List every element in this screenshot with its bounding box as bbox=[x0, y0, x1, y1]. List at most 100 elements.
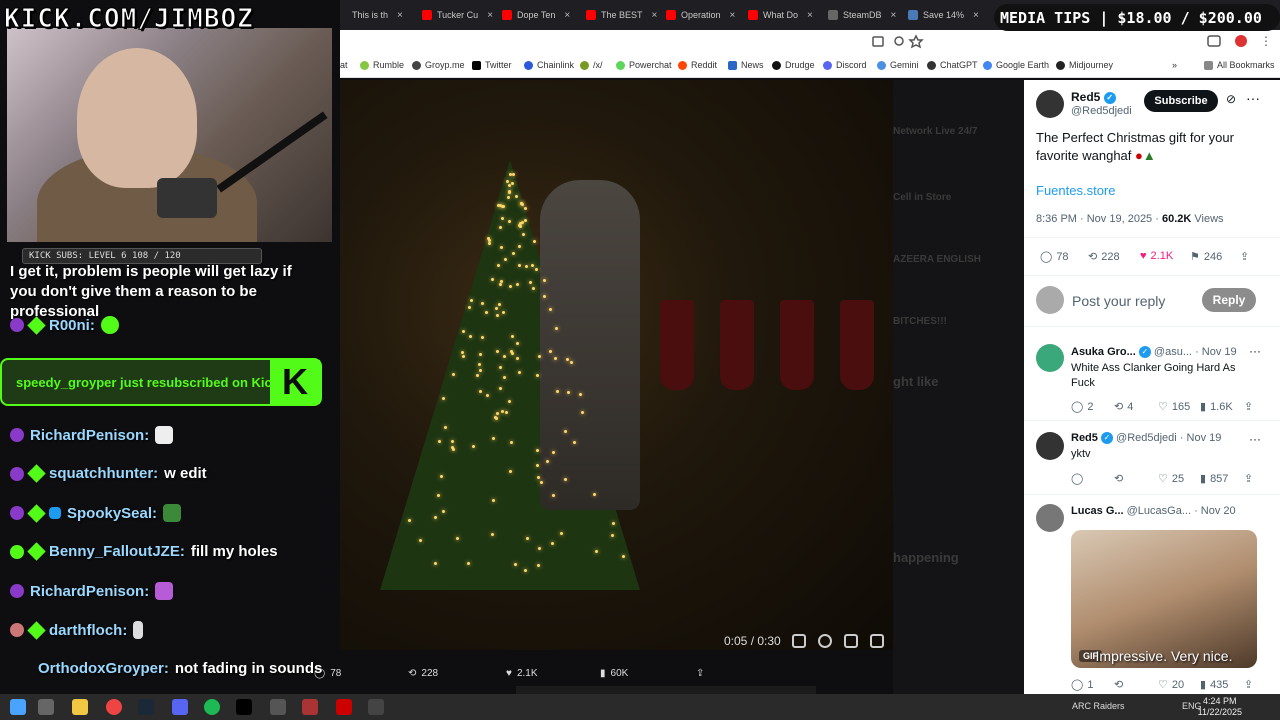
steam-icon[interactable] bbox=[138, 699, 154, 715]
bookmark-item[interactable]: Rumble bbox=[360, 60, 404, 70]
reply-stat[interactable]: ◯ bbox=[1071, 472, 1083, 485]
pip-icon[interactable] bbox=[844, 634, 858, 648]
bookmark-item[interactable]: at bbox=[340, 60, 348, 70]
adobe-icon[interactable] bbox=[336, 699, 352, 715]
author-handle[interactable]: @Red5djedi bbox=[1071, 105, 1132, 117]
bookmark-stat[interactable]: ⚑ 246 bbox=[1190, 250, 1222, 264]
like-stat[interactable]: ♡ 165 bbox=[1158, 400, 1190, 414]
discord-icon[interactable] bbox=[172, 699, 188, 715]
like-stat[interactable]: ♡ 25 bbox=[1158, 472, 1184, 486]
views-stat[interactable]: ▮ 435 bbox=[1200, 678, 1228, 692]
share-icon[interactable]: ⇪ bbox=[1244, 678, 1253, 691]
chrome-icon[interactable] bbox=[106, 699, 122, 715]
repost-stat[interactable]: ⟲ 4 bbox=[1114, 400, 1133, 414]
bookmark-item[interactable]: Google Earth bbox=[983, 60, 1049, 70]
close-icon[interactable]: × bbox=[973, 10, 979, 21]
views-stat[interactable]: ▮ 1.6K bbox=[1200, 400, 1233, 414]
settings-icon[interactable] bbox=[818, 634, 832, 648]
close-icon[interactable]: × bbox=[891, 10, 897, 21]
tab-3[interactable]: Dope Ten × bbox=[496, 4, 570, 26]
tweet-text: The Perfect Christmas gift for your bbox=[1036, 130, 1234, 145]
reply-header: Red5 ✓ @Red5djedi · Nov 19 bbox=[1071, 432, 1222, 445]
repost-stat[interactable]: ⟲ bbox=[1114, 472, 1123, 485]
share-action[interactable]: ⇪ bbox=[696, 668, 704, 679]
reply-stat[interactable]: ◯ 1 bbox=[1071, 678, 1093, 692]
bookmark-item[interactable]: Powerchat bbox=[616, 60, 672, 70]
avatar[interactable] bbox=[1036, 432, 1064, 460]
avatar[interactable] bbox=[1036, 344, 1064, 372]
heart-icon: ♥ bbox=[506, 668, 512, 679]
tab-4[interactable]: The BEST × bbox=[580, 4, 657, 26]
tree-emoji-icon: ▲ bbox=[1142, 148, 1156, 163]
views-action[interactable]: ▮ 60K bbox=[600, 668, 628, 679]
repost-stat[interactable]: ⟲ bbox=[1114, 678, 1123, 691]
share-icon[interactable]: ⇪ bbox=[1240, 250, 1249, 263]
subscribe-button[interactable]: Subscribe bbox=[1144, 90, 1218, 112]
repost-action[interactable]: ⟲ 228 bbox=[408, 668, 438, 679]
reply-input[interactable]: Post your reply bbox=[1072, 293, 1165, 309]
share-icon[interactable]: ⇪ bbox=[1244, 472, 1253, 485]
grok-icon[interactable]: ⊘ bbox=[1226, 92, 1236, 106]
tab-label: Operation bbox=[681, 10, 721, 20]
avatar[interactable] bbox=[1036, 90, 1064, 118]
tab-6[interactable]: What Do × bbox=[742, 4, 813, 26]
tab-2[interactable]: Tucker Cu × bbox=[416, 4, 493, 26]
volume-icon[interactable] bbox=[792, 634, 806, 648]
app-icon[interactable] bbox=[302, 699, 318, 715]
bookmark-item[interactable]: /x/ bbox=[580, 60, 603, 70]
avatar[interactable] bbox=[1036, 504, 1064, 532]
close-icon[interactable]: × bbox=[397, 10, 403, 21]
gif-media[interactable]: GIF Impressive. Very nice. bbox=[1071, 530, 1257, 668]
reply-stat[interactable]: ◯ 2 bbox=[1071, 400, 1093, 414]
bookmark-item[interactable]: ChatGPT bbox=[927, 60, 978, 70]
bookmark-item[interactable]: News bbox=[728, 60, 764, 70]
bookmark-item[interactable]: Groyp.me bbox=[412, 60, 465, 70]
repost-stat[interactable]: ⟲ 228 bbox=[1088, 250, 1120, 264]
bookmark-item[interactable]: Drudge bbox=[772, 60, 815, 70]
bookmark-item[interactable]: Twitter bbox=[472, 60, 512, 70]
more-icon[interactable]: ··· bbox=[1249, 432, 1261, 446]
arc-raiders-tray[interactable]: ARC Raiders bbox=[1072, 701, 1125, 711]
dim-text: ght like bbox=[893, 374, 939, 389]
app-icon[interactable] bbox=[368, 699, 384, 715]
address-bar[interactable]: ⋮ bbox=[340, 30, 1280, 54]
close-icon[interactable]: × bbox=[487, 10, 493, 21]
verified-icon: ✓ bbox=[1103, 91, 1116, 104]
bookmark-item[interactable]: Reddit bbox=[678, 60, 717, 70]
like-action[interactable]: ♥ 2.1K bbox=[506, 668, 538, 679]
spotify-icon[interactable] bbox=[204, 699, 220, 715]
like-stat[interactable]: ♥ 2.1K bbox=[1140, 250, 1173, 262]
fullscreen-icon[interactable] bbox=[870, 634, 884, 648]
bookmark-item[interactable]: Chainlink bbox=[524, 60, 574, 70]
tab-1[interactable]: This is th × bbox=[346, 4, 403, 26]
close-icon[interactable]: × bbox=[564, 10, 570, 21]
nvidia-icon[interactable] bbox=[236, 699, 252, 715]
views-stat[interactable]: ▮ 857 bbox=[1200, 472, 1228, 486]
windows-start-icon[interactable] bbox=[10, 699, 26, 715]
bookmark-item[interactable]: Gemini bbox=[877, 60, 919, 70]
like-stat[interactable]: ♡ 20 bbox=[1158, 678, 1184, 692]
tab-5[interactable]: Operation × bbox=[660, 4, 735, 26]
task-view-icon[interactable] bbox=[38, 699, 54, 715]
all-bookmarks[interactable]: All Bookmarks bbox=[1204, 60, 1275, 70]
tab-7[interactable]: SteamDB × bbox=[822, 4, 896, 26]
file-explorer-icon[interactable] bbox=[72, 699, 88, 715]
tweet-link[interactable]: Fuentes.store bbox=[1036, 183, 1116, 198]
close-icon[interactable]: × bbox=[652, 10, 658, 21]
app-icon[interactable] bbox=[270, 699, 286, 715]
tab-8[interactable]: Save 14% × bbox=[902, 4, 979, 26]
tray-clock[interactable]: 4:24 PM 11/22/2025 bbox=[1198, 696, 1242, 718]
bookmark-item[interactable]: Discord bbox=[823, 60, 867, 70]
chevron-right-icon[interactable]: » bbox=[1172, 60, 1177, 70]
reply-button[interactable]: Reply bbox=[1202, 288, 1256, 312]
video-player[interactable] bbox=[340, 80, 893, 650]
close-icon[interactable]: × bbox=[730, 10, 736, 21]
author-name[interactable]: Red5 ✓ bbox=[1071, 90, 1116, 104]
bookmark-item[interactable]: Midjourney bbox=[1056, 60, 1113, 70]
tree-light bbox=[487, 242, 491, 246]
close-icon[interactable]: × bbox=[807, 10, 813, 21]
share-icon[interactable]: ⇪ bbox=[1244, 400, 1253, 413]
reply-stat[interactable]: ◯ 78 bbox=[1040, 250, 1069, 264]
more-icon[interactable]: ··· bbox=[1249, 344, 1261, 358]
more-icon[interactable]: ··· bbox=[1246, 90, 1260, 106]
